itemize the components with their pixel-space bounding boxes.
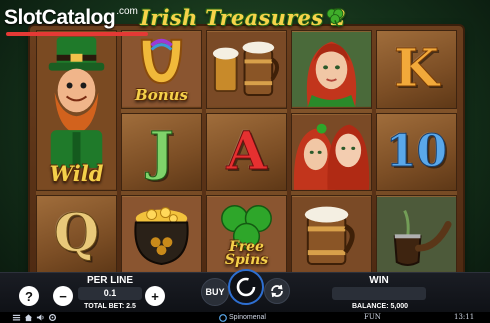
reel-4 [291, 30, 372, 275]
symbol-horseshoe-bonus: Bonus [121, 30, 202, 109]
settings-icon[interactable] [48, 313, 57, 322]
reel-2: Bonus J [121, 30, 202, 275]
spin-button[interactable] [228, 269, 264, 305]
win-value [332, 287, 426, 300]
home-icon[interactable] [24, 313, 33, 322]
symbol-letter-a: A [206, 112, 287, 192]
symbol-letter-10: 10 [376, 112, 457, 192]
pipe-icon [377, 197, 456, 273]
watermark-com: .com [116, 6, 138, 17]
letter-a-glyph: A [226, 121, 267, 182]
letter-q-glyph: Q [53, 203, 100, 265]
balance-readout: BALANCE: 5,000 [351, 303, 408, 310]
symbol-pipe [376, 195, 457, 275]
symbol-beer-mugs [206, 30, 287, 109]
buy-feature-button[interactable]: BUY [201, 278, 229, 306]
watermark-slot: Slot [4, 6, 42, 29]
letter-j-glyph: J [149, 121, 175, 182]
free-spins-label: Free Spins [224, 239, 269, 269]
provider-badge: Spinomenal [219, 312, 266, 323]
symbol-pot-of-gold [121, 195, 202, 275]
wild-label: Wild [49, 160, 104, 186]
win-title: WIN [369, 275, 389, 286]
bet-per-line-title: PER LINE [86, 275, 134, 286]
game-stage: Slot Catalog .com Irish Treasures 2 Wild… [0, 0, 490, 323]
autoplay-icon [271, 284, 283, 298]
clock: 13:11 [454, 313, 475, 321]
bet-per-line-value: 0.1 [78, 287, 142, 300]
watermark-catalog: Catalog [41, 6, 116, 29]
spin-icon [236, 277, 256, 297]
game-mode: FUN [364, 313, 381, 321]
reel-5: K 10 [376, 30, 457, 275]
help-button[interactable]: ? [19, 286, 39, 306]
beer-mug-icon [292, 197, 371, 273]
decrease-bet-button[interactable]: − [53, 286, 73, 306]
symbol-letter-j: J [121, 112, 202, 192]
symbol-letter-q: Q [36, 194, 117, 274]
increase-bet-button[interactable]: + [145, 286, 165, 306]
game-title: Irish Treasures 2 [140, 4, 346, 30]
provider-name: Spinomenal [229, 314, 266, 321]
letter-10-glyph: 10 [385, 126, 448, 177]
menu-icon[interactable] [12, 313, 21, 322]
symbol-letter-k: K [376, 30, 457, 109]
sound-icon[interactable] [36, 313, 45, 322]
symbol-red-haired-woman [291, 30, 372, 109]
symbol-beer-mug [291, 195, 372, 275]
letter-k-glyph: K [393, 38, 440, 100]
control-bar: ? − PER LINE 0.1 TOTAL BET: 2.5 + BUY WI… [0, 269, 490, 312]
reel-1: Wild Q [36, 30, 117, 274]
reels-area: Wild Q Bonus J A Free Spins K 10 [36, 30, 457, 275]
watermark-swoosh [6, 32, 148, 36]
autoplay-button[interactable] [264, 278, 290, 304]
two-women-icon [292, 114, 371, 190]
total-bet-readout: TOTAL BET: 2.5 [84, 303, 136, 310]
bonus-label: Bonus [135, 85, 188, 104]
slotcatalog-watermark: Slot Catalog .com [4, 6, 148, 36]
spinomenal-logo-icon [219, 313, 227, 322]
status-strip: Spinomenal FUN 13:11 [0, 312, 490, 323]
clover-icon [326, 8, 344, 28]
symbol-leprechaun-wild: Wild [36, 30, 117, 191]
symbol-two-women [291, 112, 372, 192]
reel-3: A Free Spins [206, 30, 287, 275]
pot-of-gold-icon [122, 197, 201, 273]
game-logo: Irish Treasures 2 [128, 2, 358, 32]
symbol-clover-free-spins: Free Spins [206, 195, 287, 275]
beer-mugs-icon [207, 31, 286, 107]
red-haired-woman-icon [292, 31, 371, 107]
